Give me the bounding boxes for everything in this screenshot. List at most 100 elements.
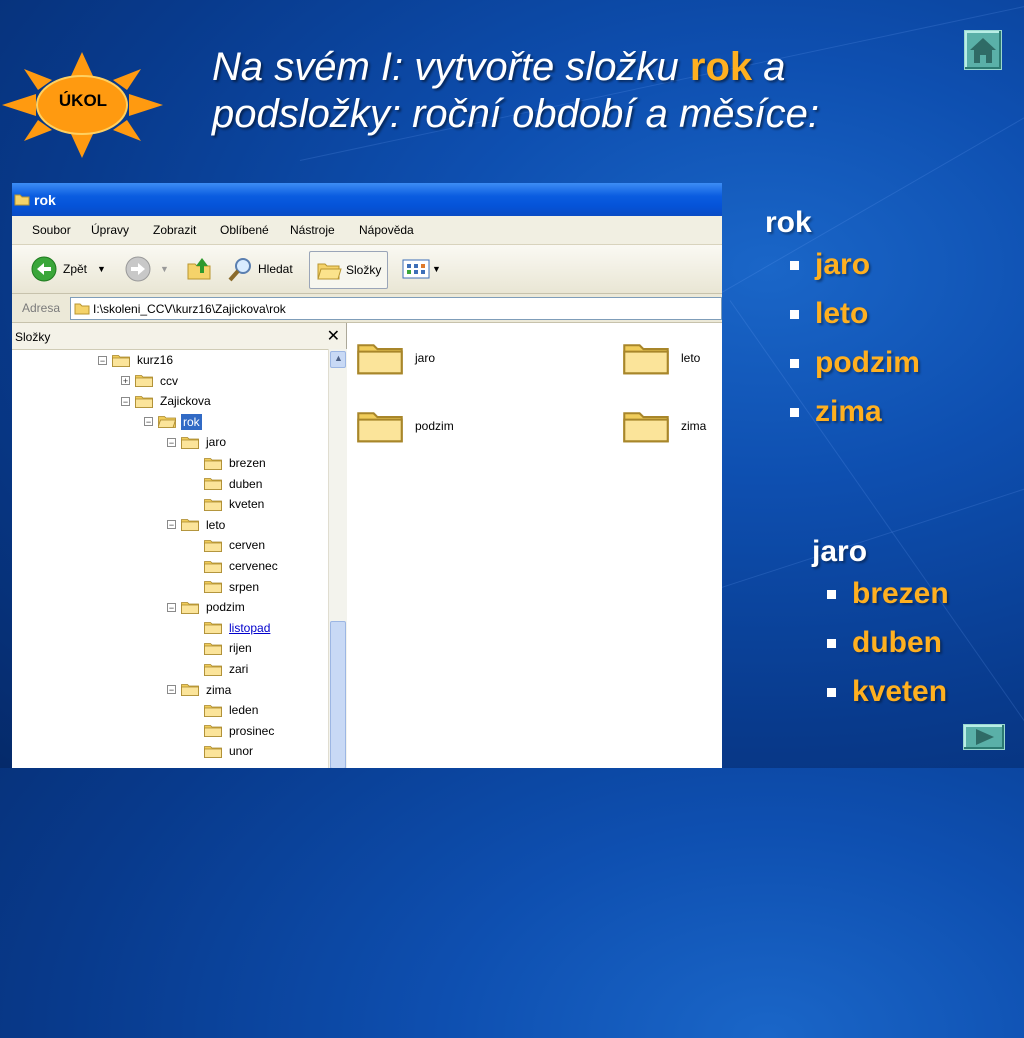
content-folder-label: jaro bbox=[415, 351, 436, 365]
window-titlebar[interactable]: rok bbox=[12, 183, 722, 216]
tree-item-zajickova[interactable]: − Zajickova bbox=[121, 391, 213, 411]
badge-label: ÚKOL bbox=[58, 91, 108, 110]
tree-item-leden[interactable]: leden bbox=[204, 700, 260, 720]
tree-item-unor[interactable]: unor bbox=[204, 741, 255, 761]
tree-item-label: podzim bbox=[206, 600, 245, 615]
expand-icon[interactable]: + bbox=[121, 376, 130, 386]
bullet-item: duben bbox=[827, 626, 942, 660]
address-input[interactable]: I:\skoleni_CCV\kurz16\Zajickova\rok bbox=[70, 297, 722, 320]
tree-item-label: kurz16 bbox=[137, 353, 174, 367]
tree-item-label: rok bbox=[181, 413, 202, 430]
tree-item-ccv[interactable]: + ccv bbox=[121, 371, 180, 391]
folder-icon bbox=[357, 344, 403, 375]
content-folder-leto[interactable]: leto bbox=[623, 335, 700, 381]
tree-item-rok[interactable]: − rok bbox=[144, 412, 202, 432]
tree-item-podzim[interactable]: − podzim bbox=[167, 597, 247, 617]
back-label: Zpět bbox=[63, 262, 88, 276]
up-folder-button[interactable] bbox=[186, 251, 212, 287]
tree-item-listopad[interactable]: listopad bbox=[204, 618, 272, 638]
folder-icon-wrap bbox=[181, 518, 199, 532]
collapse-icon[interactable]: − bbox=[121, 396, 130, 406]
close-icon[interactable]: ✕ bbox=[327, 326, 340, 346]
title-highlight: rok bbox=[689, 45, 753, 89]
tree-item-srpen[interactable]: srpen bbox=[204, 577, 261, 597]
address-value: I:\skoleni_CCV\kurz16\Zajickova\rok bbox=[93, 302, 286, 316]
tree-item-cervenec[interactable]: cervenec bbox=[204, 556, 280, 576]
bullet-icon bbox=[827, 589, 836, 599]
folder-icon-wrap bbox=[204, 560, 222, 573]
views-icon bbox=[402, 259, 430, 279]
title-text: Na svém I: vytvořte složku bbox=[212, 45, 690, 89]
tree-item-brezen[interactable]: brezen bbox=[204, 453, 268, 473]
scroll-up-button[interactable]: ▲ bbox=[330, 351, 346, 368]
chevron-down-icon[interactable]: ▼ bbox=[160, 264, 169, 274]
folder-icon bbox=[204, 642, 222, 655]
chevron-up-icon: ▲ bbox=[334, 353, 343, 363]
collapse-icon[interactable]: − bbox=[167, 520, 176, 530]
folder-icon bbox=[74, 303, 90, 315]
toolbar: Zpět ▼ ▼ Hledat Složky ▼ bbox=[12, 245, 722, 294]
tree-item-label: zima bbox=[206, 682, 232, 697]
back-button[interactable]: Zpět ▼ bbox=[30, 251, 106, 287]
folder-icon bbox=[181, 436, 199, 449]
tree-item-rijen[interactable]: rijen bbox=[204, 638, 254, 658]
folder-icon bbox=[204, 581, 222, 593]
content-folder-jaro[interactable]: jaro bbox=[357, 335, 435, 381]
chevron-down-icon[interactable]: ▼ bbox=[432, 264, 441, 274]
collapse-icon[interactable]: − bbox=[167, 602, 176, 612]
list-rok-title: rok bbox=[765, 206, 812, 239]
collapse-icon[interactable]: − bbox=[144, 417, 153, 427]
bullet-item: kveten bbox=[827, 675, 947, 709]
tree-item-leto[interactable]: − leto bbox=[167, 515, 227, 535]
menu-napoveda[interactable]: Nápověda bbox=[359, 223, 414, 237]
content-folder-label: podzim bbox=[415, 419, 454, 433]
tree-item-zima[interactable]: − zima bbox=[167, 680, 233, 700]
folder-icon bbox=[135, 375, 153, 387]
tree-item-label: leden bbox=[229, 703, 259, 718]
folder-icon bbox=[204, 498, 222, 511]
folders-label: Složky bbox=[346, 263, 382, 277]
folder-icon bbox=[112, 354, 130, 367]
tree-item-jaro[interactable]: − jaro bbox=[167, 432, 228, 452]
collapse-icon[interactable]: − bbox=[98, 355, 107, 365]
bullet-item: zima bbox=[790, 395, 882, 429]
folder-icon-wrap bbox=[204, 457, 222, 470]
tree-item-kveten[interactable]: kveten bbox=[204, 494, 266, 514]
bullet-text: zima bbox=[815, 395, 882, 428]
forward-arrow-icon bbox=[125, 256, 151, 282]
forward-button[interactable]: ▼ bbox=[124, 251, 169, 287]
search-icon bbox=[228, 258, 251, 282]
menu-zobrazit[interactable]: Zobrazit bbox=[153, 223, 196, 237]
tree-item-cerven[interactable]: cerven bbox=[204, 535, 267, 555]
bullet-text: leto bbox=[815, 297, 869, 330]
content-folder-zima[interactable]: zima bbox=[623, 403, 706, 449]
scroll-thumb[interactable] bbox=[330, 621, 346, 768]
chevron-down-icon[interactable]: ▼ bbox=[97, 264, 106, 274]
menu-upravy[interactable]: Úpravy bbox=[91, 223, 129, 237]
tree-item-prosinec[interactable]: prosinec bbox=[204, 721, 276, 741]
folder-icon bbox=[181, 601, 199, 614]
tree-item-label: listopad bbox=[229, 620, 271, 635]
folder-icon bbox=[623, 344, 669, 375]
menu-bar: Soubor Úpravy Zobrazit Oblíbené Nástroje… bbox=[12, 216, 722, 245]
next-slide-button[interactable] bbox=[963, 724, 1005, 750]
collapse-icon[interactable]: − bbox=[167, 685, 176, 695]
folders-button[interactable]: Složky bbox=[309, 251, 389, 289]
tree-item-duben[interactable]: duben bbox=[204, 474, 264, 494]
views-button[interactable]: ▼ bbox=[402, 251, 441, 287]
collapse-icon[interactable]: − bbox=[167, 437, 176, 447]
tree-scrollbar[interactable]: ▲ bbox=[328, 349, 347, 768]
content-folder-podzim[interactable]: podzim bbox=[357, 403, 454, 449]
home-button[interactable] bbox=[964, 30, 1002, 70]
tree-item-kurz16[interactable]: − kurz16 bbox=[98, 350, 175, 370]
menu-soubor[interactable]: Soubor bbox=[32, 223, 71, 237]
folder-icon bbox=[204, 560, 222, 573]
folder-icon bbox=[623, 412, 669, 443]
bullet-text: duben bbox=[852, 626, 942, 659]
folder-icon-wrap bbox=[135, 374, 153, 387]
tree-item-zari[interactable]: zari bbox=[204, 659, 250, 679]
menu-nastroje[interactable]: Nástroje bbox=[290, 223, 335, 237]
menu-oblibene[interactable]: Oblíbené bbox=[220, 223, 269, 237]
tree-item-label: zari bbox=[229, 662, 249, 676]
search-button[interactable]: Hledat bbox=[226, 251, 293, 287]
